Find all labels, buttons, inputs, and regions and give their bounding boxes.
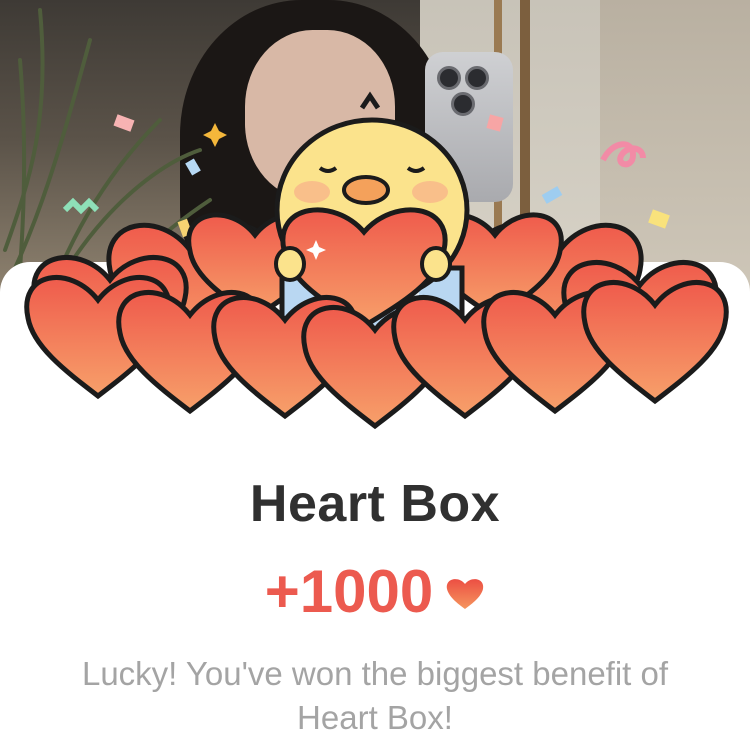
reward-message: Lucky! You've won the biggest benefit of…	[81, 655, 669, 736]
heart-box-illustration	[24, 91, 729, 430]
modal-title: Heart Box	[249, 475, 501, 533]
reward-amount: +1000	[264, 558, 434, 625]
heart-icon	[445, 557, 485, 626]
reward-amount-row: +1000	[0, 557, 750, 626]
